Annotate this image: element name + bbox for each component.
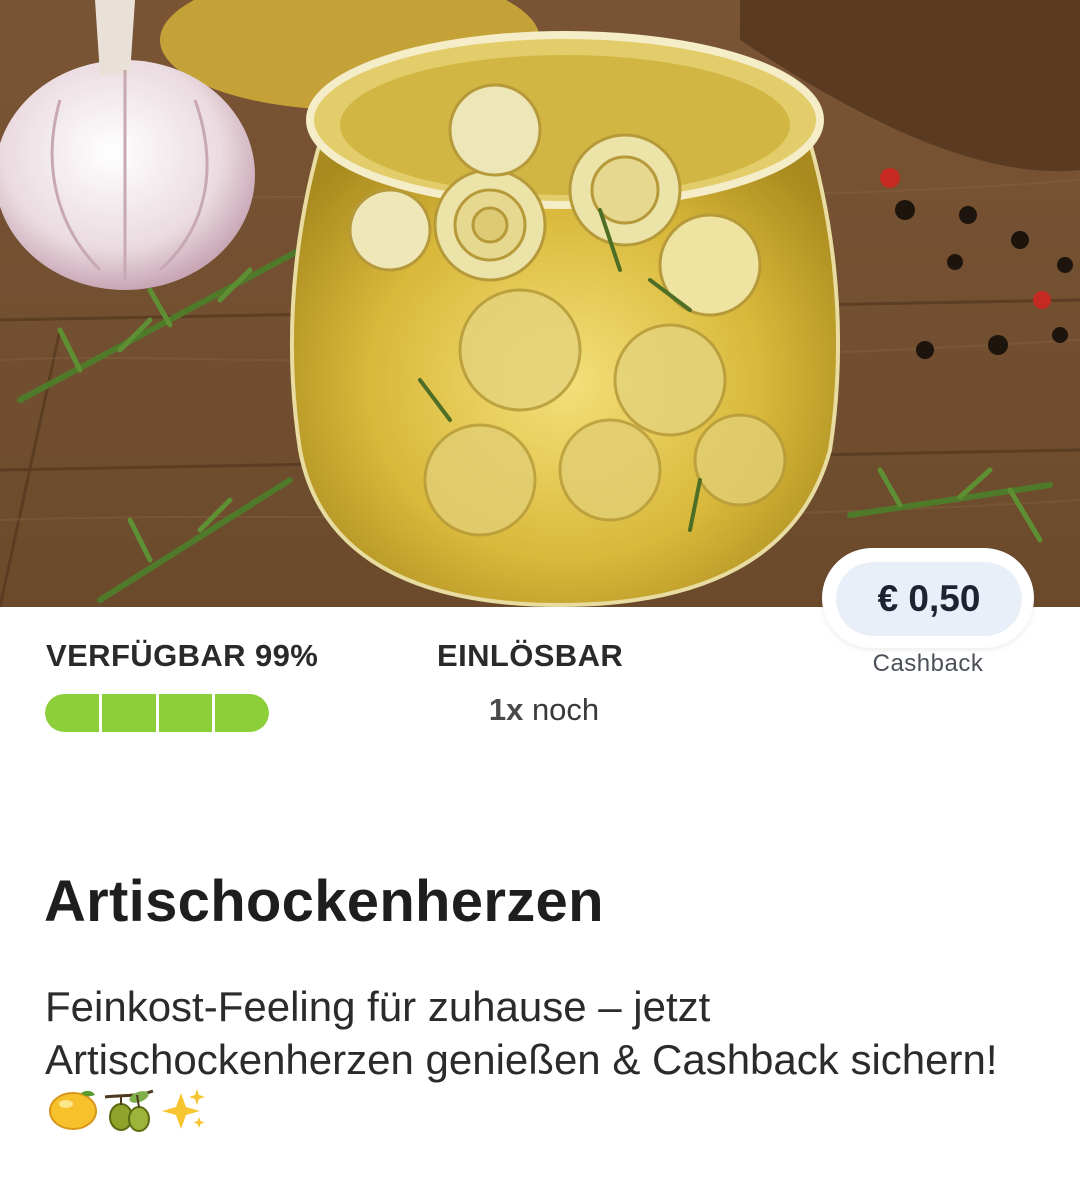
redeemable-suffix: noch (531, 692, 600, 727)
cashback-badge: € 0,50 (822, 548, 1034, 648)
product-image (0, 0, 1080, 607)
olive-branch-icon (101, 1087, 157, 1145)
redeemable-count: 1x noch (437, 692, 651, 728)
progress-segment (45, 694, 99, 732)
offer-description: Feinkost-Feeling für zuhause – jetzt Art… (45, 980, 1035, 1145)
offer-description-text: Feinkost-Feeling für zuhause – jetzt Art… (45, 983, 998, 1083)
cashback-label: Cashback (872, 650, 984, 677)
cashback-amount: € 0,50 (836, 562, 1022, 636)
redeemable-times: 1x (488, 692, 524, 727)
availability-progress-bar (45, 694, 269, 732)
lemon-icon (47, 1087, 99, 1145)
sparkles-icon (159, 1087, 207, 1145)
availability-heading: VERFÜGBAR 99% (46, 638, 318, 674)
redeemable-heading: EINLÖSBAR (437, 638, 624, 673)
progress-segment (101, 694, 156, 732)
availability-label: VERFÜGBAR (46, 638, 246, 673)
progress-segment (215, 694, 269, 732)
availability-percent: 99% (254, 638, 319, 673)
progress-segment (158, 694, 213, 732)
offer-title: Artischockenherzen (44, 869, 604, 934)
